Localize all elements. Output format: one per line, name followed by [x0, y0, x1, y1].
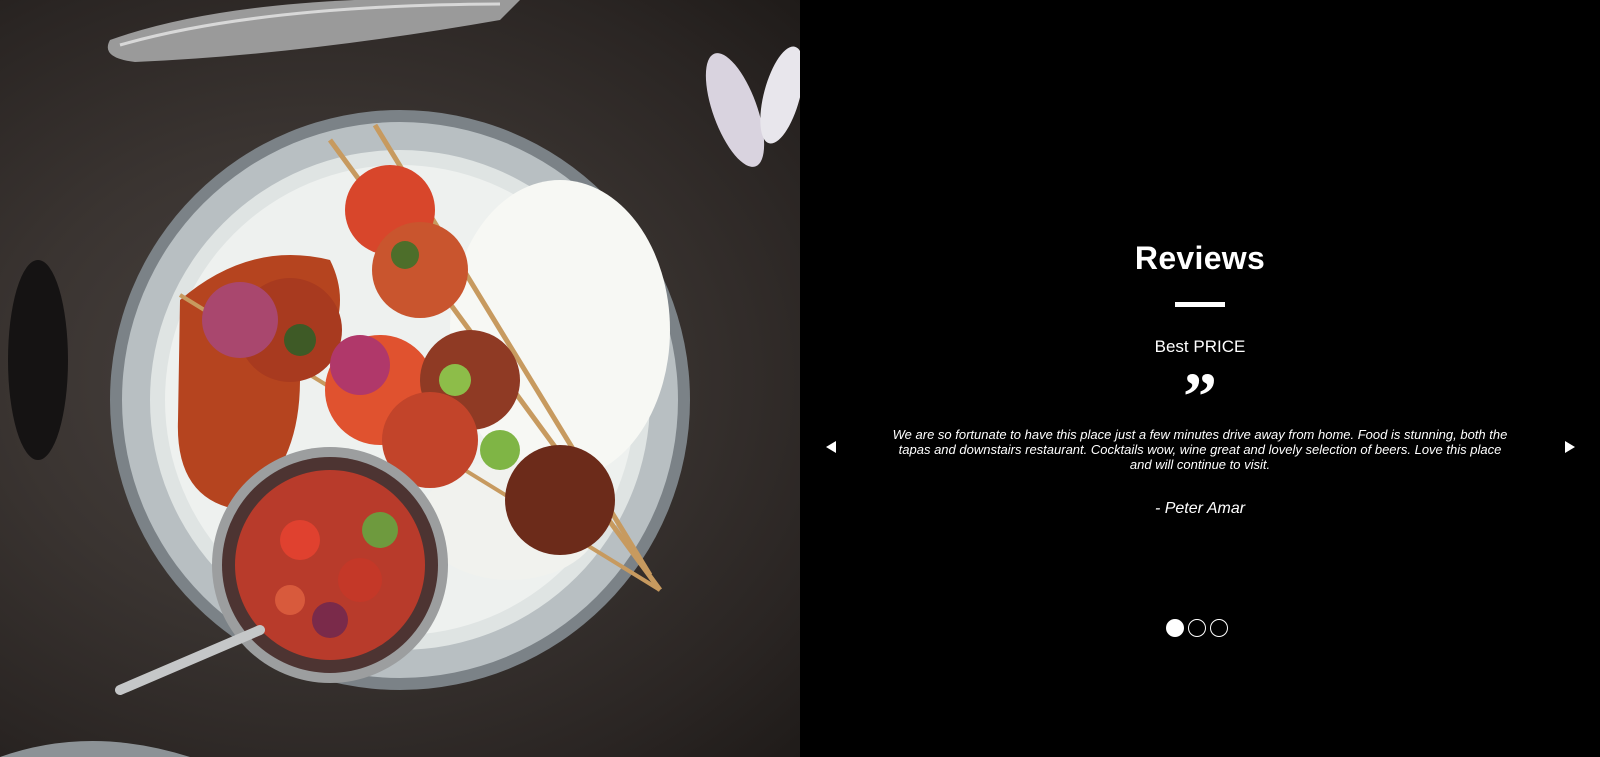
review-author: - Peter Amar [1154, 500, 1246, 517]
reviews-panel: Reviews Best PRICE ” We are so fortunate… [800, 0, 1600, 757]
triangle-left-icon [826, 441, 836, 453]
section-title: Reviews [1134, 240, 1266, 276]
title-divider [1175, 302, 1225, 307]
reviews-section: Reviews Best PRICE ” We are so fortunate… [0, 0, 1600, 757]
pagination-dot-3[interactable] [1210, 619, 1228, 637]
next-review-button[interactable] [1563, 440, 1577, 459]
pagination-dot-2[interactable] [1188, 619, 1206, 637]
food-illustration [0, 0, 800, 757]
review-text: We are so fortunate to have this place j… [892, 427, 1508, 472]
review-pagination [1166, 619, 1228, 637]
pagination-dot-1[interactable] [1166, 619, 1184, 637]
prev-review-button[interactable] [824, 440, 838, 459]
section-subtitle: Best PRICE [1154, 337, 1246, 356]
quote-icon: ” [1183, 358, 1217, 434]
food-plate-image [0, 0, 800, 757]
triangle-right-icon [1565, 441, 1575, 453]
